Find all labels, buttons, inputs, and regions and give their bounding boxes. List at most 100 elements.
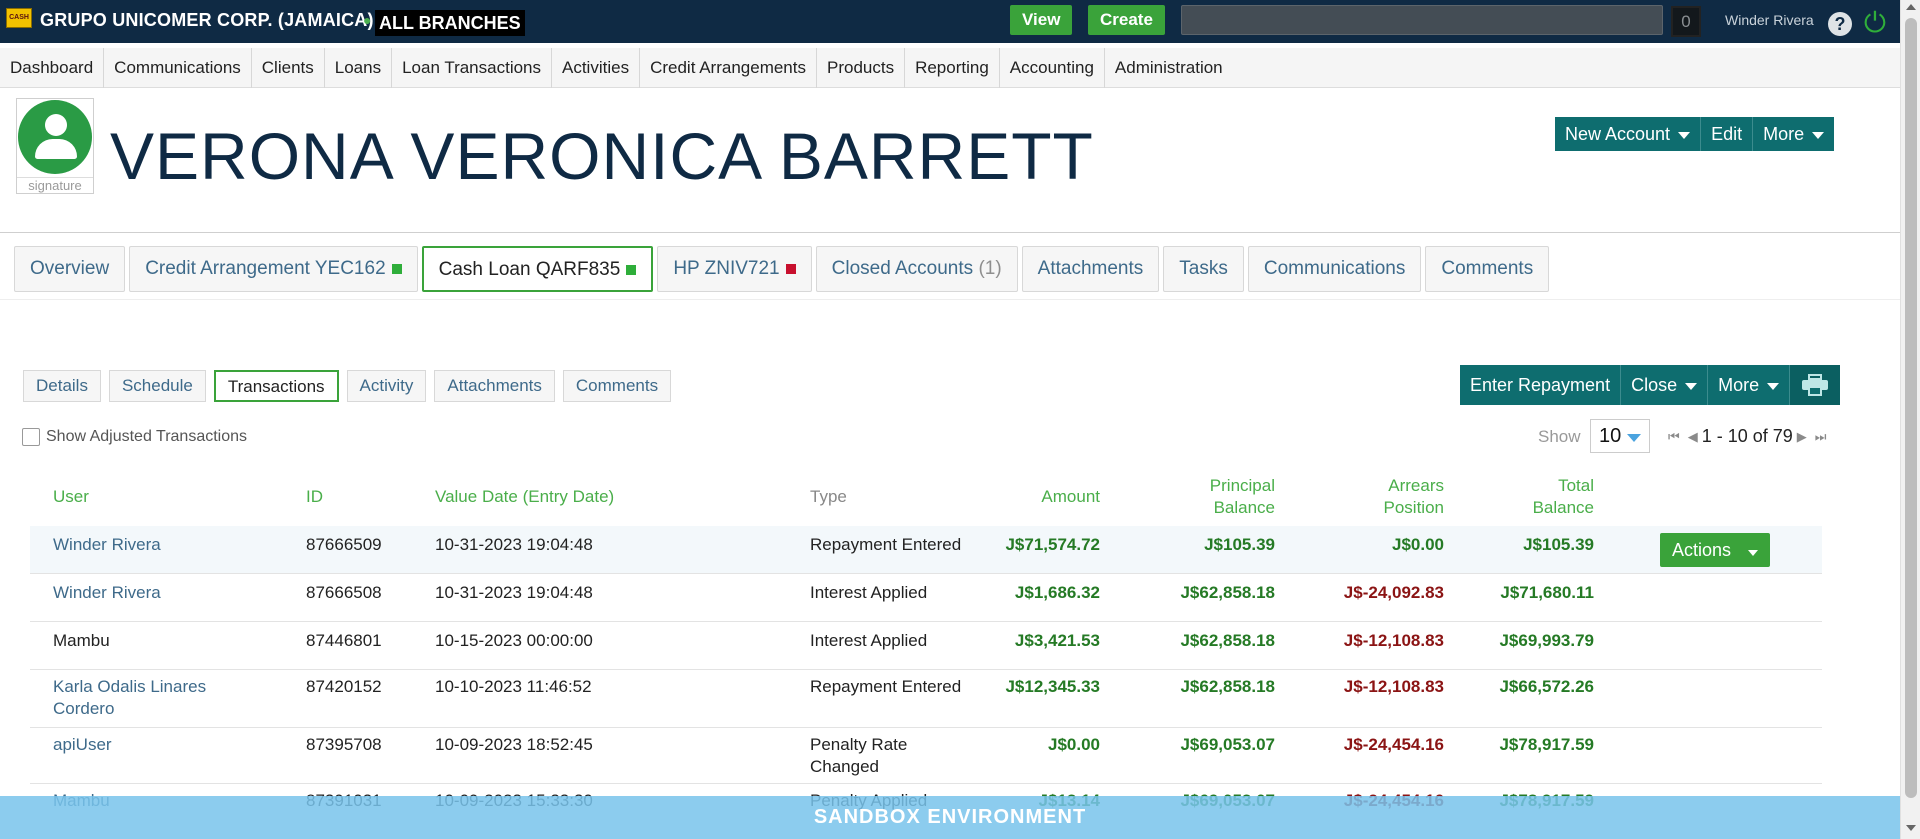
row-principal: J$62,858.18 [1180, 583, 1275, 602]
row-id: 87395708 [306, 735, 382, 754]
page-size-value: 10 [1599, 425, 1622, 447]
nav-loan-transactions[interactable]: Loan Transactions [392, 48, 552, 88]
user-icon [18, 100, 92, 174]
show-adjusted-checkbox[interactable] [22, 428, 40, 446]
subtab-comments[interactable]: Comments [562, 370, 672, 402]
col-user[interactable]: User [53, 486, 89, 508]
last-page-icon[interactable]: ⏭ [1815, 429, 1827, 445]
more-button[interactable]: More [1753, 117, 1834, 151]
scroll-down-icon[interactable] [1906, 825, 1916, 831]
subtab-activity[interactable]: Activity [346, 370, 427, 402]
table-row[interactable]: apiUser 87395708 10-09-2023 18:52:45 Pen… [30, 728, 1822, 784]
signature-label[interactable]: signature [17, 177, 93, 193]
subtab-transactions[interactable]: Transactions [213, 370, 339, 402]
col-arrears-position[interactable]: Arrears Position [1320, 475, 1444, 519]
table-row[interactable]: Winder Rivera 87666509 10-31-2023 19:04:… [30, 526, 1822, 574]
row-user[interactable]: Karla Odalis Linares Cordero [53, 676, 243, 720]
status-active-icon [626, 264, 637, 275]
row-principal: J$105.39 [1204, 535, 1275, 554]
page-size-select[interactable]: 10 [1590, 419, 1650, 453]
tab-tasks[interactable]: Tasks [1163, 246, 1244, 292]
chevron-down-icon [1678, 131, 1691, 139]
nav-products[interactable]: Products [817, 48, 906, 88]
show-adjusted-toggle[interactable]: Show Adjusted Transactions [22, 428, 247, 446]
tab-communications[interactable]: Communications [1247, 246, 1422, 292]
col-value-date[interactable]: Value Date (Entry Date) [435, 486, 614, 508]
table-row[interactable]: Karla Odalis Linares Cordero 87420152 10… [30, 670, 1822, 728]
power-icon[interactable]: ⏻ [1860, 9, 1890, 39]
company-logo[interactable]: CASH [6, 8, 32, 28]
close-button[interactable]: Close [1621, 365, 1709, 405]
edit-button[interactable]: Edit [1701, 117, 1754, 151]
help-icon[interactable]: ? [1828, 12, 1852, 36]
scroll-thumb[interactable] [1905, 18, 1917, 798]
nav-loans[interactable]: Loans [325, 48, 393, 88]
nav-administration[interactable]: Administration [1105, 48, 1233, 88]
row-arrears: J$-24,454.16 [1343, 735, 1444, 754]
client-avatar[interactable]: signature [16, 98, 94, 194]
prev-page-icon[interactable]: ◀ [1688, 429, 1698, 445]
table-row[interactable]: Winder Rivera 87666508 10-31-2023 19:04:… [30, 574, 1822, 622]
nav-reporting[interactable]: Reporting [905, 48, 1000, 88]
tab-hp[interactable]: HP ZNIV721 [657, 246, 812, 292]
loan-more-button[interactable]: More [1708, 365, 1791, 405]
row-user: Mambu [53, 631, 110, 650]
main-nav: Dashboard Communications Clients Loans L… [0, 48, 1900, 88]
top-bar: CASH GRUPO UNICOMER CORP. (JAMAICA) ● AL… [0, 0, 1900, 43]
row-total: J$69,993.79 [1499, 631, 1594, 650]
col-principal-line1: Principal [1209, 476, 1275, 495]
row-principal: J$69,053.07 [1180, 735, 1275, 754]
view-button[interactable]: View [1010, 5, 1073, 35]
col-amount[interactable]: Amount [980, 486, 1100, 508]
table-row[interactable]: Mambu 87446801 10-15-2023 00:00:00 Inter… [30, 622, 1822, 670]
tab-cash-loan[interactable]: Cash Loan QARF835 [421, 246, 654, 292]
tab-closed-accounts[interactable]: Closed Accounts (1) [815, 246, 1018, 292]
col-arrears-line1: Arrears [1388, 476, 1444, 495]
subtab-schedule[interactable]: Schedule [108, 370, 206, 402]
subtab-details[interactable]: Details [23, 370, 101, 402]
nav-credit-arrangements[interactable]: Credit Arrangements [640, 48, 817, 88]
create-button[interactable]: Create [1088, 5, 1165, 35]
new-account-button[interactable]: New Account [1555, 117, 1702, 151]
row-arrears: J$-24,092.83 [1343, 583, 1444, 602]
close-label: Close [1631, 374, 1678, 395]
tab-label: Cash Loan QARF835 [438, 259, 621, 280]
scroll-up-icon[interactable] [1906, 4, 1916, 10]
tab-credit-arrangement[interactable]: Credit Arrangement YEC162 [129, 246, 418, 292]
tab-comments[interactable]: Comments [1425, 246, 1550, 292]
transactions-table-header: User ID Value Date (Entry Date) Type Amo… [30, 472, 1822, 526]
tab-attachments[interactable]: Attachments [1021, 246, 1160, 292]
nav-activities[interactable]: Activities [552, 48, 641, 88]
row-date: 10-31-2023 19:04:48 [435, 583, 593, 602]
search-input[interactable] [1181, 5, 1663, 35]
row-user[interactable]: Winder Rivera [53, 534, 161, 556]
col-type[interactable]: Type [810, 486, 847, 508]
col-total-line2: Balance [1532, 498, 1594, 517]
current-user[interactable]: Winder Rivera [1725, 12, 1814, 28]
nav-dashboard[interactable]: Dashboard [0, 48, 105, 88]
page-scrollbar[interactable] [1900, 0, 1920, 839]
nav-communications[interactable]: Communications [104, 48, 252, 88]
nav-accounting[interactable]: Accounting [1000, 48, 1105, 88]
row-user[interactable]: apiUser [53, 734, 112, 756]
organization-name: GRUPO UNICOMER CORP. (JAMAICA) [40, 10, 374, 30]
notification-counter[interactable]: 0 [1671, 6, 1701, 37]
tab-label: Comments [1441, 258, 1534, 279]
col-total-balance[interactable]: Total Balance [1470, 475, 1594, 519]
subtab-attachments[interactable]: Attachments [434, 370, 555, 402]
col-id[interactable]: ID [306, 486, 323, 508]
closed-count: (1) [978, 258, 1002, 279]
row-user[interactable]: Winder Rivera [53, 582, 161, 604]
client-actions: New Account Edit More [1555, 117, 1835, 151]
col-principal-balance[interactable]: Principal Balance [1150, 475, 1275, 519]
show-adjusted-label: Show Adjusted Transactions [46, 428, 248, 445]
next-page-icon[interactable]: ▶ [1797, 429, 1807, 445]
tab-overview[interactable]: Overview [14, 246, 126, 292]
row-actions-button[interactable]: Actions [1660, 533, 1771, 567]
branch-selector[interactable]: ALL BRANCHES [375, 10, 525, 36]
enter-repayment-button[interactable]: Enter Repayment [1460, 365, 1622, 405]
first-page-icon[interactable]: ⏮ [1668, 429, 1680, 445]
row-amount: J$12,345.33 [1005, 677, 1100, 696]
printer-icon[interactable] [1790, 365, 1841, 405]
nav-clients[interactable]: Clients [252, 48, 325, 88]
